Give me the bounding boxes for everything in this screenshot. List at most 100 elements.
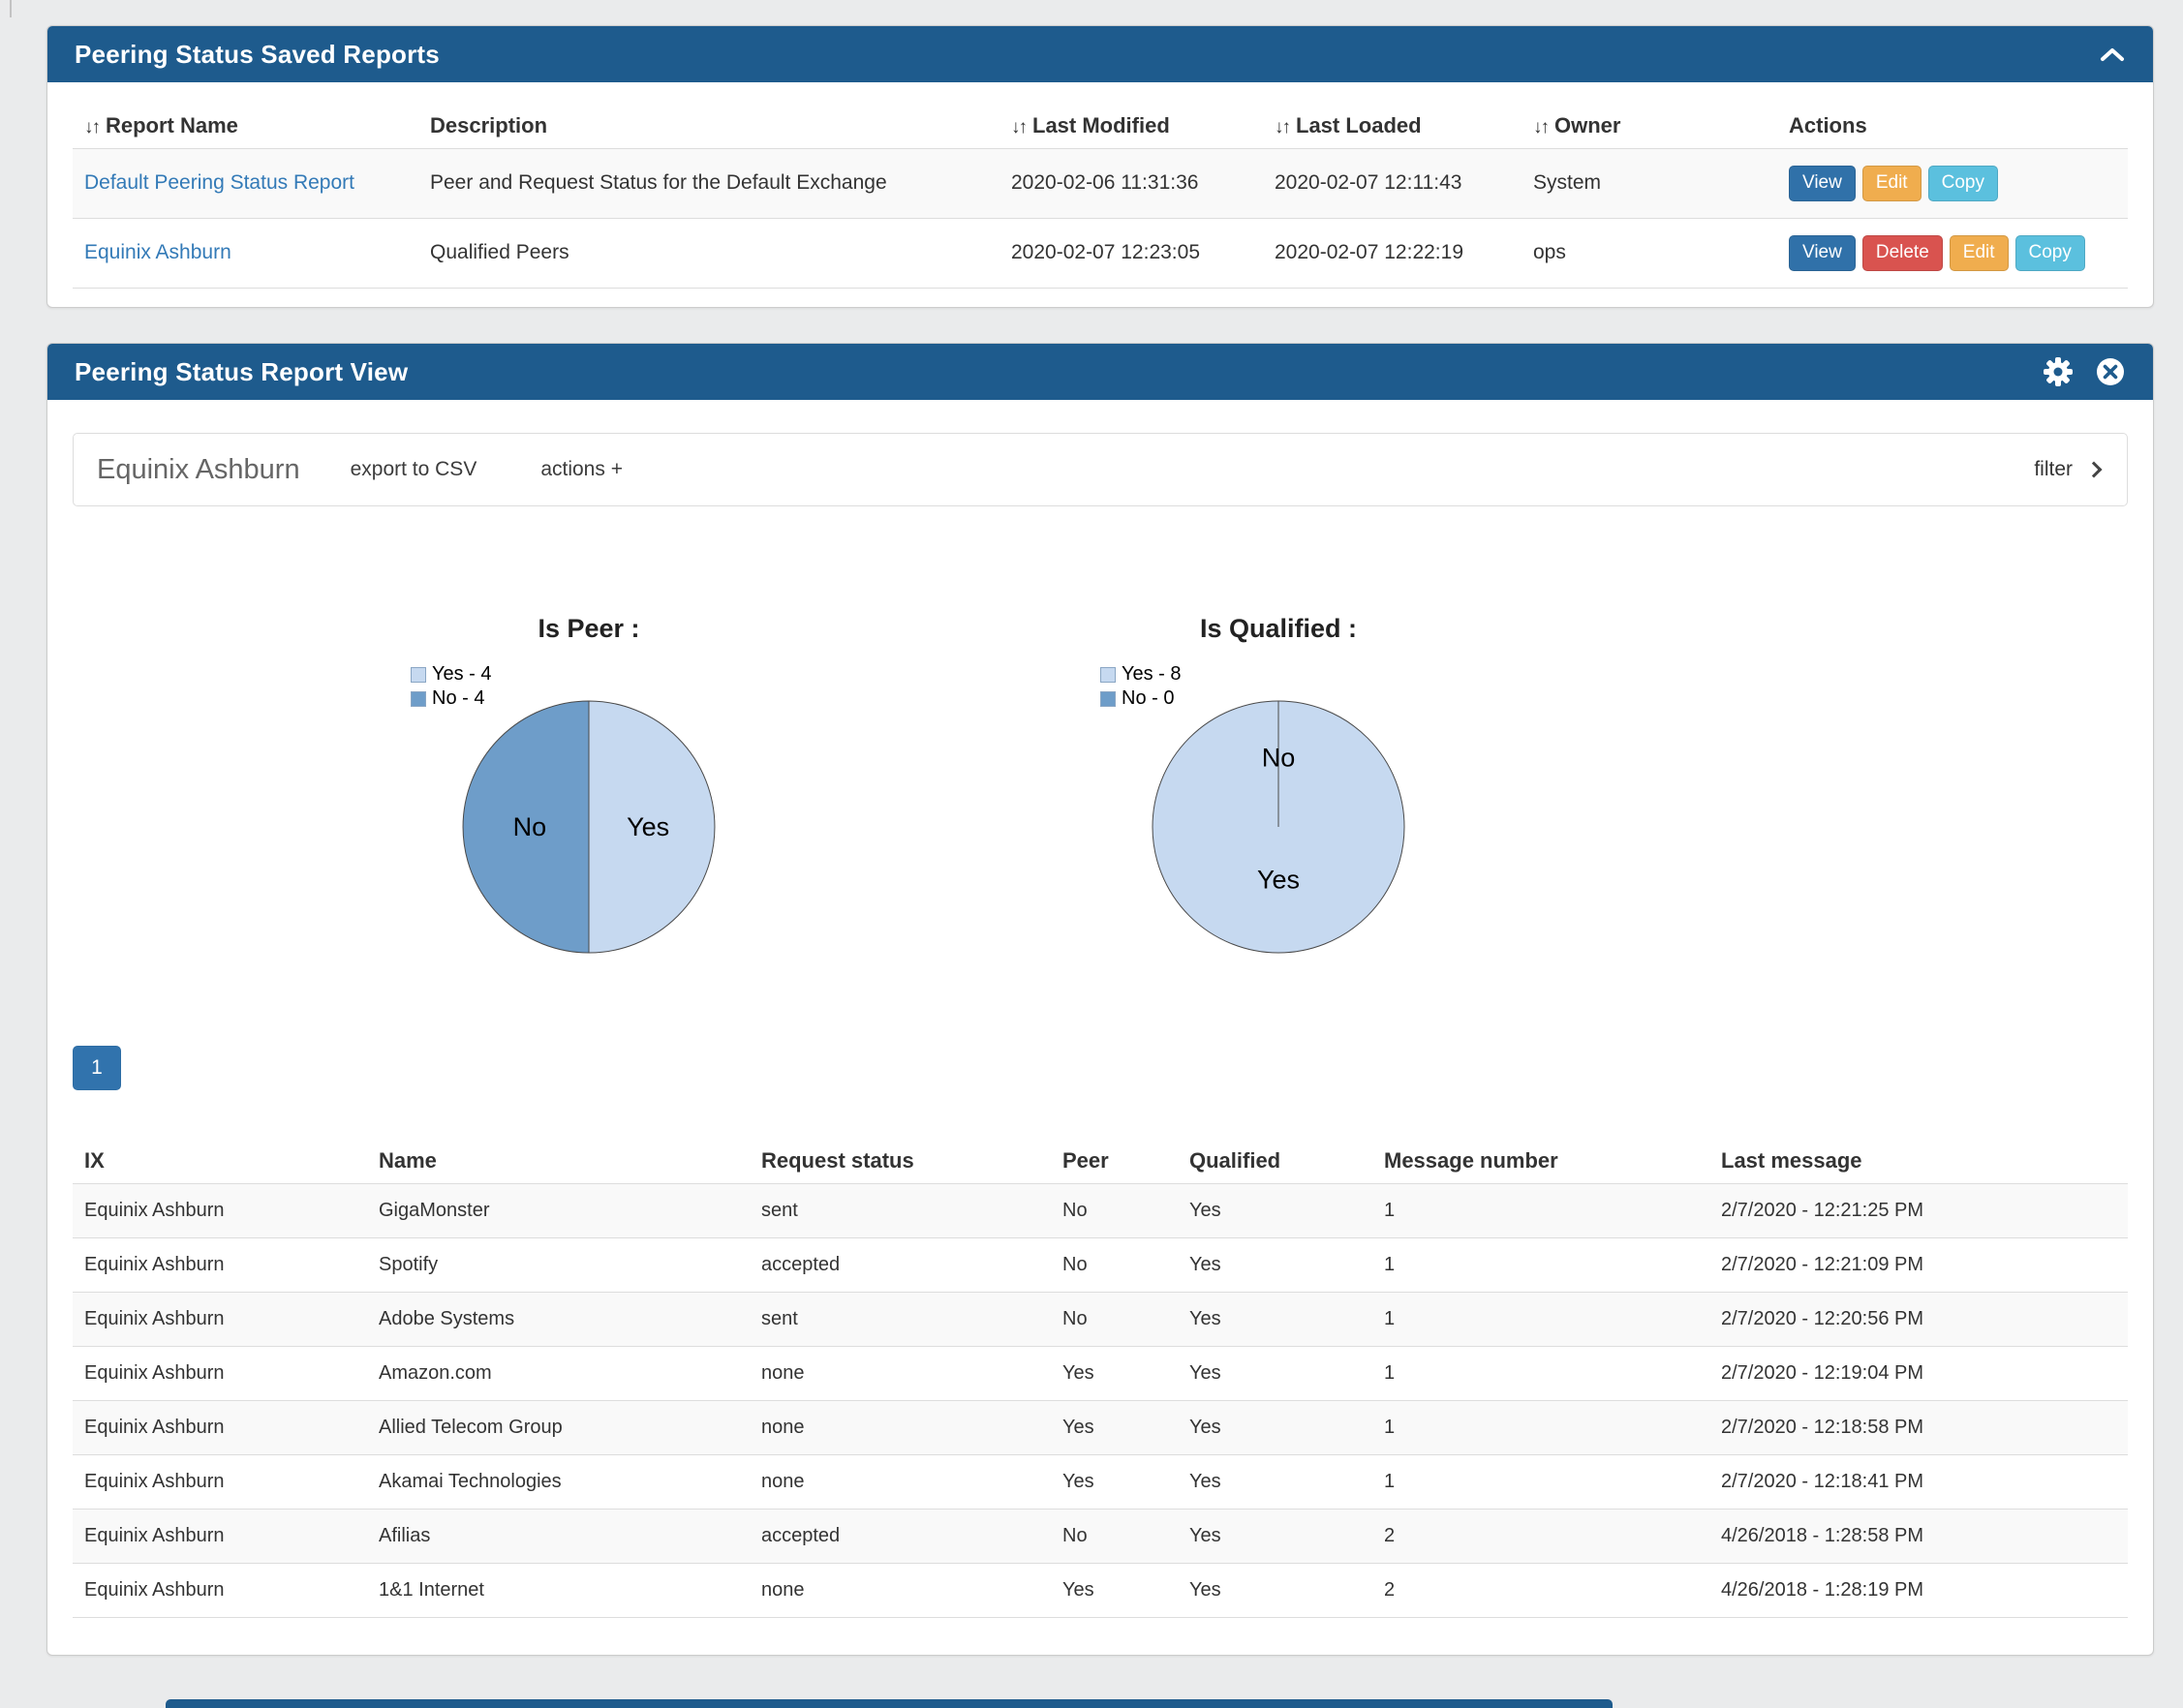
cell-ix: Equinix Ashburn <box>73 1184 367 1238</box>
saved-reports-panel-body: ↓↑Report NameDescription↓↑Last Modified↓… <box>47 104 2153 289</box>
report-table-rows: Equinix AshburnGigaMonstersentNoYes12/7/… <box>73 1184 2128 1618</box>
column-header-message-number: Message number <box>1372 1139 1709 1184</box>
column-header-qualified: Qualified <box>1178 1139 1372 1184</box>
saved-reports-panel: Peering Status Saved Reports ↓↑Report Na… <box>46 25 2154 308</box>
cell-request-status: sent <box>750 1293 1051 1347</box>
legend-label: Yes - 8 <box>1122 663 1182 686</box>
filter-label: filter <box>2034 458 2073 481</box>
collapse-panel-button[interactable] <box>2099 46 2126 63</box>
copy-button[interactable]: Copy <box>1928 166 1998 201</box>
pagination-page-button[interactable]: 1 <box>73 1046 121 1090</box>
charts-row: Is Peer :Yes - 4No - 4YesNoIs Qualified … <box>244 614 2153 974</box>
report-name-heading: Equinix Ashburn <box>97 454 300 486</box>
column-header-actions: Actions <box>1777 104 2128 149</box>
cell-name: Spotify <box>367 1238 750 1293</box>
column-label: Last Modified <box>1032 113 1170 137</box>
legend-item: Yes - 8 <box>1100 662 1182 686</box>
viewport-top-border-fragment <box>10 0 12 17</box>
column-label: Last Loaded <box>1296 113 1422 137</box>
report-toolbar: Equinix Ashburn export to CSV actions + … <box>73 433 2128 506</box>
delete-button[interactable]: Delete <box>1862 235 1943 271</box>
pie-slice-label: No <box>513 812 547 841</box>
report-table-row: Equinix AshburnAllied Telecom GroupnoneY… <box>73 1401 2128 1455</box>
cell-last-message: 2/7/2020 - 12:19:04 PM <box>1709 1347 2128 1401</box>
cell-name: Allied Telecom Group <box>367 1401 750 1455</box>
cell-ix: Equinix Ashburn <box>73 1347 367 1401</box>
pie-chart-is-peer: Is Peer :Yes - 4No - 4YesNo <box>244 614 934 974</box>
actions-cell: ViewDeleteEditCopy <box>1777 218 2128 288</box>
saved-report-row: Equinix AshburnQualified Peers2020-02-07… <box>73 218 2128 288</box>
cell-name: 1&1 Internet <box>367 1564 750 1618</box>
cell-qualified: Yes <box>1178 1347 1372 1401</box>
last-modified-cell: 2020-02-07 12:23:05 <box>999 218 1263 288</box>
cell-request-status: none <box>750 1455 1051 1510</box>
saved-report-link[interactable]: Equinix Ashburn <box>84 241 231 263</box>
edit-button[interactable]: Edit <box>1950 235 2009 271</box>
column-header-name: Name <box>367 1139 750 1184</box>
column-label: Description <box>430 113 547 137</box>
export-to-csv-link[interactable]: export to CSV <box>351 458 477 481</box>
pagination: 1 <box>73 1046 2153 1090</box>
cell-message-number: 1 <box>1372 1347 1709 1401</box>
report-table-row: Equinix AshburnSpotifyacceptedNoYes12/7/… <box>73 1238 2128 1293</box>
close-report-button[interactable] <box>2095 356 2126 387</box>
cell-qualified: Yes <box>1178 1510 1372 1564</box>
copy-button[interactable]: Copy <box>2015 235 2085 271</box>
actions-menu-link[interactable]: actions + <box>540 458 623 481</box>
cell-request-status: sent <box>750 1184 1051 1238</box>
column-header-last-message: Last message <box>1709 1139 2128 1184</box>
cell-message-number: 1 <box>1372 1455 1709 1510</box>
cell-message-number: 2 <box>1372 1510 1709 1564</box>
saved-report-link[interactable]: Default Peering Status Report <box>84 171 354 194</box>
pie-slice-label: Yes <box>1257 866 1300 895</box>
gear-icon <box>2043 356 2074 387</box>
cell-name: Afilias <box>367 1510 750 1564</box>
column-header-peer: Peer <box>1051 1139 1178 1184</box>
cell-request-status: accepted <box>750 1238 1051 1293</box>
cell-last-message: 2/7/2020 - 12:21:09 PM <box>1709 1238 2128 1293</box>
report-view-panel-body: Equinix Ashburn export to CSV actions + … <box>47 433 2153 1618</box>
cell-name: GigaMonster <box>367 1184 750 1238</box>
cell-message-number: 1 <box>1372 1401 1709 1455</box>
report-table-row: Equinix AshburnAfiliasacceptedNoYes24/26… <box>73 1510 2128 1564</box>
filter-link[interactable]: filter <box>2034 458 2104 481</box>
chart-title: Is Peer : <box>244 614 934 644</box>
cell-qualified: Yes <box>1178 1184 1372 1238</box>
cell-message-number: 1 <box>1372 1293 1709 1347</box>
column-header-owner[interactable]: ↓↑Owner <box>1522 104 1777 149</box>
cell-qualified: Yes <box>1178 1293 1372 1347</box>
column-header-report-name[interactable]: ↓↑Report Name <box>73 104 418 149</box>
cell-peer: Yes <box>1051 1401 1178 1455</box>
saved-reports-panel-header: Peering Status Saved Reports <box>47 26 2153 82</box>
report-description-cell: Peer and Request Status for the Default … <box>418 149 999 219</box>
owner-cell: System <box>1522 149 1777 219</box>
cell-last-message: 2/7/2020 - 12:18:41 PM <box>1709 1455 2128 1510</box>
cell-peer: Yes <box>1051 1455 1178 1510</box>
cell-peer: Yes <box>1051 1347 1178 1401</box>
cell-peer: No <box>1051 1238 1178 1293</box>
close-circle-icon <box>2095 356 2126 387</box>
settings-button[interactable] <box>2043 356 2074 387</box>
cell-request-status: none <box>750 1564 1051 1618</box>
column-header-last-modified[interactable]: ↓↑Last Modified <box>999 104 1263 149</box>
cell-qualified: Yes <box>1178 1401 1372 1455</box>
column-header-last-loaded[interactable]: ↓↑Last Loaded <box>1263 104 1522 149</box>
column-header-request-status: Request status <box>750 1139 1051 1184</box>
report-view-panel-title: Peering Status Report View <box>75 357 2021 387</box>
view-button[interactable]: View <box>1789 235 1856 271</box>
chevron-right-icon <box>2086 462 2103 478</box>
legend-item: Yes - 4 <box>411 662 492 686</box>
cell-ix: Equinix Ashburn <box>73 1455 367 1510</box>
cell-request-status: none <box>750 1401 1051 1455</box>
cell-qualified: Yes <box>1178 1238 1372 1293</box>
view-button[interactable]: View <box>1789 166 1856 201</box>
cell-name: Amazon.com <box>367 1347 750 1401</box>
report-table-row: Equinix Ashburn1&1 InternetnoneYesYes24/… <box>73 1564 2128 1618</box>
report-view-panel-header: Peering Status Report View <box>47 344 2153 400</box>
pie-slice-label: Yes <box>627 812 669 841</box>
report-view-panel: Peering Status Report View Equinix <box>46 343 2154 1656</box>
cell-peer: No <box>1051 1293 1178 1347</box>
cell-qualified: Yes <box>1178 1455 1372 1510</box>
edit-button[interactable]: Edit <box>1862 166 1922 201</box>
report-table-row: Equinix AshburnAkamai TechnologiesnoneYe… <box>73 1455 2128 1510</box>
